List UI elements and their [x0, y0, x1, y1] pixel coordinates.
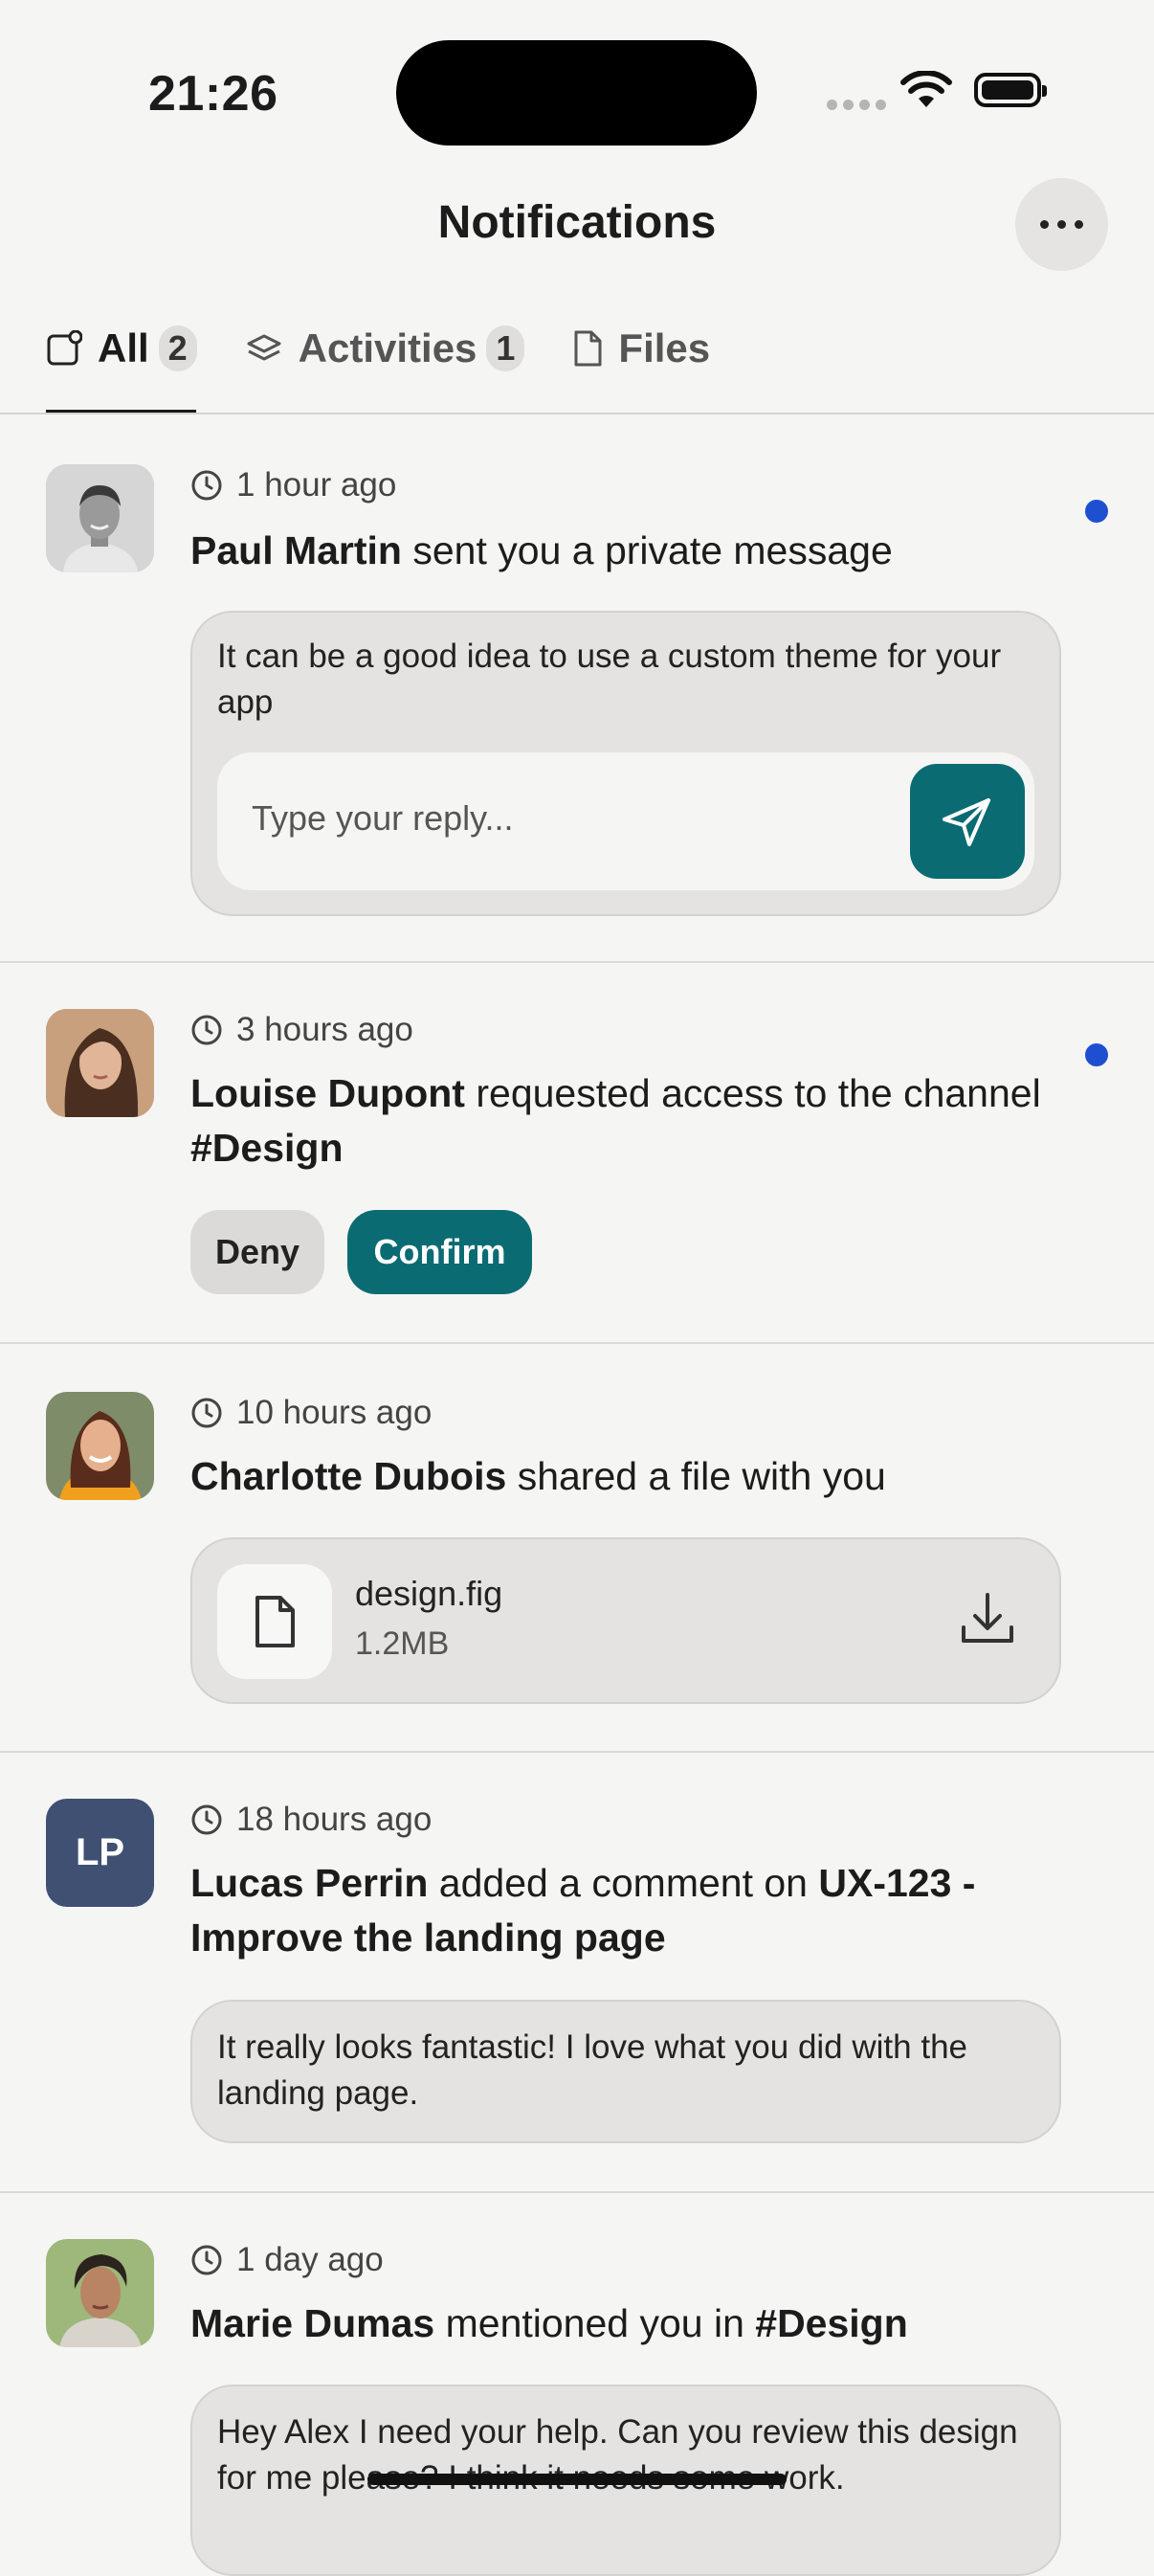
wifi-icon	[900, 71, 952, 107]
cellular-signal-icon	[827, 100, 886, 110]
channel-link[interactable]: #Design	[755, 2301, 908, 2345]
file-size: 1.2MB	[355, 1625, 450, 1662]
tab-label: Activities	[298, 325, 477, 370]
sender-name[interactable]: Paul Martin	[190, 528, 402, 572]
dynamic-island	[396, 40, 757, 146]
home-indicator[interactable]	[367, 2474, 787, 2485]
tab-label: Files	[618, 325, 711, 370]
avatar[interactable]	[46, 1392, 154, 1500]
timestamp: 1 hour ago	[190, 466, 396, 504]
deny-button[interactable]: Deny	[190, 1210, 324, 1294]
timestamp-text: 1 day ago	[236, 2241, 384, 2278]
action-text: mentioned you in	[434, 2301, 756, 2345]
confirm-button[interactable]: Confirm	[347, 1210, 532, 1294]
avatar[interactable]: LP	[46, 1799, 154, 1907]
timestamp-text: 18 hours ago	[236, 1801, 433, 1838]
notification-item[interactable]: 1 day ago Marie Dumas mentioned you in #…	[0, 2193, 1154, 2576]
avatar[interactable]	[46, 1009, 154, 1117]
tab-bar: All 2 Activities 1 Files	[46, 320, 758, 377]
more-dots-icon	[1040, 220, 1049, 229]
notification-text: Paul Martin sent you a private message	[190, 524, 1052, 578]
action-text: sent you a private message	[401, 528, 893, 572]
status-time: 21:26	[148, 66, 278, 122]
send-button[interactable]	[910, 764, 1025, 879]
file-thumbnail	[217, 1564, 332, 1679]
timestamp: 18 hours ago	[190, 1801, 432, 1839]
timestamp: 3 hours ago	[190, 1011, 413, 1049]
layers-icon	[247, 334, 281, 361]
avatar[interactable]	[46, 464, 154, 572]
tab-activities[interactable]: Activities 1	[245, 320, 525, 377]
tab-files[interactable]: Files	[572, 320, 710, 377]
notification-item[interactable]: 3 hours ago Louise Dupont requested acce…	[0, 963, 1154, 1344]
timestamp-text: 10 hours ago	[236, 1394, 433, 1431]
sender-name[interactable]: Charlotte Dubois	[190, 1454, 506, 1498]
tab-count-badge: 1	[486, 325, 525, 371]
unread-indicator	[1085, 1043, 1108, 1066]
action-text: added a comment on	[428, 1861, 819, 1905]
file-card[interactable]: design.fig 1.2MB	[190, 1537, 1061, 1704]
clock-icon	[191, 2245, 222, 2275]
avatar[interactable]	[46, 2239, 154, 2347]
tab-label: All	[98, 325, 149, 370]
sender-name[interactable]: Lucas Perrin	[190, 1861, 428, 1905]
message-text: It can be a good idea to use a custom th…	[217, 638, 1002, 721]
comment-card: It really looks fantastic! I love what y…	[190, 2000, 1061, 2143]
clock-icon	[191, 1398, 222, 1428]
message-card: It can be a good idea to use a custom th…	[190, 611, 1061, 916]
sender-name[interactable]: Louise Dupont	[190, 1071, 465, 1115]
timestamp: 1 day ago	[190, 2241, 384, 2279]
timestamp-text: 1 hour ago	[236, 466, 397, 504]
reply-field[interactable]: Type your reply...	[217, 752, 1034, 890]
notification-item[interactable]: 1 hour ago Paul Martin sent you a privat…	[0, 414, 1154, 963]
file-name: design.fig	[355, 1574, 503, 1613]
reply-placeholder: Type your reply...	[252, 798, 514, 838]
clock-icon	[191, 470, 222, 501]
tab-all[interactable]: All 2	[46, 320, 197, 377]
notification-item[interactable]: 10 hours ago Charlotte Dubois shared a f…	[0, 1344, 1154, 1753]
file-icon	[255, 1596, 295, 1647]
page-title: Notifications	[437, 197, 717, 248]
sender-name[interactable]: Marie Dumas	[190, 2301, 434, 2345]
notification-text: Louise Dupont requested access to the ch…	[190, 1066, 1052, 1176]
timestamp: 10 hours ago	[190, 1394, 432, 1432]
timestamp-text: 3 hours ago	[236, 1011, 413, 1048]
file-icon	[574, 330, 602, 367]
battery-icon	[974, 73, 1047, 107]
action-text: requested access to the channel	[464, 1071, 1041, 1115]
inbox-badge-icon	[47, 330, 82, 366]
send-icon	[943, 798, 990, 846]
notification-text: Lucas Perrin added a comment on UX-123 -…	[190, 1856, 1052, 1965]
download-icon[interactable]	[958, 1589, 1017, 1648]
clock-icon	[191, 1804, 222, 1835]
notification-item[interactable]: LP 18 hours ago Lucas Perrin added a com…	[0, 1753, 1154, 2193]
unread-indicator	[1085, 500, 1108, 523]
notification-text: Charlotte Dubois shared a file with you	[190, 1449, 1052, 1504]
notification-text: Marie Dumas mentioned you in #Design	[190, 2296, 1052, 2351]
comment-text: It really looks fantastic! I love what y…	[217, 2028, 967, 2112]
more-options-button[interactable]	[1015, 178, 1108, 271]
clock-icon	[191, 1015, 222, 1045]
message-text: Hey Alex I need your help. Can you revie…	[217, 2413, 1018, 2497]
tab-count-badge: 2	[158, 325, 197, 371]
action-text: shared a file with you	[506, 1454, 886, 1498]
channel-link[interactable]: #Design	[190, 1126, 344, 1170]
